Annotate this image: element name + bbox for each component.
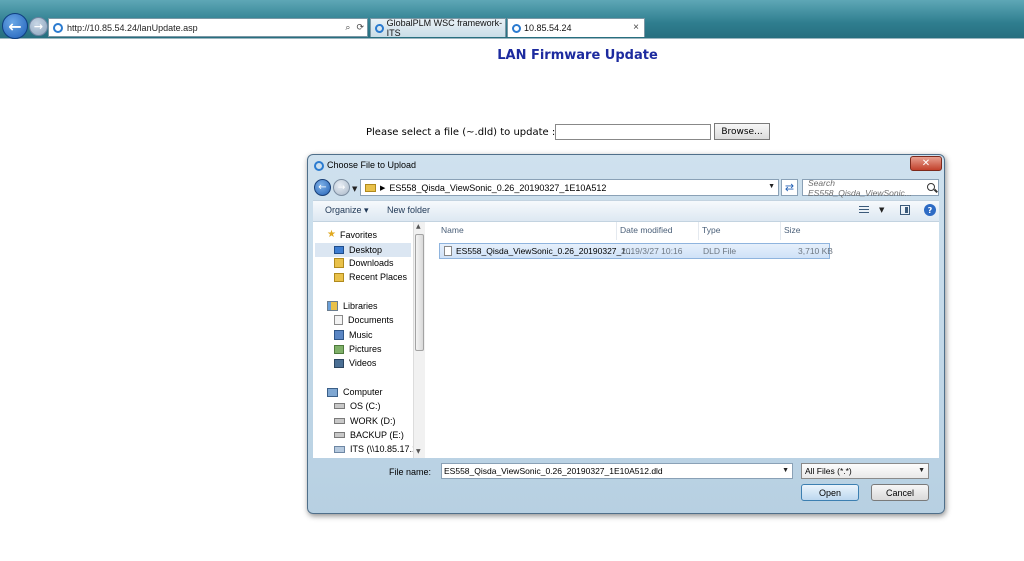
- file-name-input[interactable]: ES558_Qisda_ViewSonic_0.26_20190327_1E10…: [441, 463, 793, 479]
- recent-places-icon: [334, 272, 344, 282]
- videos-icon: [334, 358, 344, 368]
- column-divider[interactable]: [616, 222, 617, 240]
- tab-close-icon[interactable]: ×: [633, 22, 639, 33]
- folder-icon: [365, 183, 376, 192]
- nav-item-videos[interactable]: Videos: [334, 358, 376, 368]
- dialog-body: ★ Favorites Desktop Downloads Recent Pla…: [313, 222, 939, 458]
- scroll-down-icon[interactable]: ▼: [416, 448, 421, 455]
- column-divider[interactable]: [698, 222, 699, 240]
- network-drive-icon: [334, 445, 345, 453]
- browse-button[interactable]: Browse...: [714, 123, 770, 140]
- dialog-title: Choose File to Upload: [327, 160, 417, 170]
- ie-logo-icon: [375, 23, 384, 33]
- nav-computer[interactable]: Computer: [327, 387, 383, 397]
- breadcrumb-folder[interactable]: ES558_Qisda_ViewSonic_0.26_20190327_1E10…: [389, 183, 606, 193]
- back-arrow-icon[interactable]: ←: [2, 13, 28, 39]
- tab-label: 10.85.54.24: [524, 23, 572, 33]
- address-bar[interactable]: http://10.85.54.24/lanUpdate.asp ⌕ ⟳: [48, 18, 368, 37]
- column-header-date[interactable]: Date modified: [620, 225, 672, 235]
- file-prompt: Please select a file (~.dld) to update :: [366, 127, 556, 138]
- file-type: DLD File: [703, 246, 737, 256]
- desktop-icon: [334, 246, 344, 254]
- ie-logo-icon: [53, 22, 63, 33]
- star-icon: ★: [327, 229, 336, 240]
- nav-scrollbar[interactable]: ▲ ▼: [413, 222, 425, 458]
- nav-item-recent-places[interactable]: Recent Places: [334, 272, 407, 282]
- dialog-close-button[interactable]: ✕: [910, 156, 942, 171]
- file-row[interactable]: ES558_Qisda_ViewSonic_0.26_20190327_1...…: [439, 243, 833, 259]
- tab-ip-address[interactable]: 10.85.54.24 ×: [507, 18, 645, 37]
- ie-logo-icon: [314, 161, 324, 171]
- navigation-pane: ★ Favorites Desktop Downloads Recent Pla…: [313, 222, 422, 458]
- column-header-type[interactable]: Type: [702, 225, 720, 235]
- drive-icon: [334, 432, 345, 438]
- page-title: LAN Firmware Update: [497, 48, 658, 63]
- nav-item-pictures[interactable]: Pictures: [334, 344, 382, 354]
- drive-icon: [334, 403, 345, 409]
- search-placeholder: Search ES558_Qisda_ViewSonic...: [808, 177, 912, 198]
- chevron-down-icon[interactable]: ▼: [879, 206, 884, 214]
- chevron-down-icon[interactable]: ▼: [782, 467, 789, 474]
- organize-button[interactable]: Organize ▾: [325, 205, 369, 216]
- nav-item-network-drive[interactable]: ITS (\\10.85.17.14: [334, 444, 422, 454]
- file-name-value[interactable]: ES558_Qisda_ViewSonic_0.26_20190327_1E10…: [444, 466, 663, 476]
- view-options-icon[interactable]: [859, 206, 869, 215]
- scroll-up-icon[interactable]: ▲: [416, 223, 421, 230]
- nav-favorites[interactable]: ★ Favorites: [327, 229, 377, 240]
- choose-file-dialog: Choose File to Upload ✕ ← → ▼ ▶ ES558_Qi…: [307, 154, 945, 514]
- file-type-value: All Files (*.*): [805, 466, 852, 476]
- file-list-pane: Name Date modified Type Size ES558_Qisda…: [426, 222, 939, 458]
- file-name: ES558_Qisda_ViewSonic_0.26_20190327_1...: [456, 246, 634, 256]
- nav-item-drive-e[interactable]: BACKUP (E:): [334, 430, 404, 440]
- documents-icon: [334, 315, 343, 325]
- downloads-folder-icon: [334, 258, 344, 268]
- browser-chrome: ← → http://10.85.54.24/lanUpdate.asp ⌕ ⟳…: [0, 0, 1024, 39]
- column-header-name[interactable]: Name: [441, 225, 464, 235]
- forward-arrow-icon[interactable]: →: [333, 179, 350, 196]
- forward-arrow-icon[interactable]: →: [29, 17, 48, 36]
- address-search-icon[interactable]: ⌕: [342, 22, 353, 33]
- file-date: 2019/3/27 10:16: [621, 246, 683, 256]
- nav-libraries[interactable]: Libraries: [327, 301, 378, 311]
- recent-locations-dropdown-icon[interactable]: ▼: [352, 185, 357, 193]
- chevron-down-icon[interactable]: ▼: [768, 183, 775, 190]
- column-header-size[interactable]: Size: [784, 225, 801, 235]
- drive-icon: [334, 418, 345, 424]
- file-type-select[interactable]: All Files (*.*) ▼: [801, 463, 929, 479]
- new-folder-button[interactable]: New folder: [387, 205, 430, 215]
- help-icon[interactable]: ?: [924, 204, 936, 216]
- cancel-button[interactable]: Cancel: [871, 484, 929, 501]
- nav-item-drive-c[interactable]: OS (C:): [334, 401, 381, 411]
- file-icon: [444, 246, 452, 256]
- nav-item-desktop[interactable]: Desktop: [315, 243, 411, 257]
- pictures-icon: [334, 344, 344, 354]
- nav-item-drive-d[interactable]: WORK (D:): [334, 416, 396, 426]
- file-size: 3,710 KB: [798, 246, 833, 256]
- address-refresh-icon[interactable]: ⟳: [353, 22, 367, 33]
- tab-label: GlobalPLM WSC framework-ITS: [386, 18, 503, 38]
- ie-logo-icon: [512, 23, 521, 33]
- path-breadcrumb[interactable]: ▶ ES558_Qisda_ViewSonic_0.26_20190327_1E…: [360, 179, 779, 196]
- libraries-icon: [327, 301, 338, 311]
- preview-pane-icon[interactable]: [900, 205, 910, 215]
- nav-item-documents[interactable]: Documents: [334, 315, 394, 325]
- scroll-thumb[interactable]: [415, 234, 424, 351]
- refresh-icon[interactable]: ⇄: [781, 179, 798, 196]
- search-icon[interactable]: [927, 183, 935, 191]
- tab-globalplm[interactable]: GlobalPLM WSC framework-ITS: [370, 18, 506, 38]
- address-url[interactable]: http://10.85.54.24/lanUpdate.asp: [67, 23, 342, 33]
- dialog-toolbar: Organize ▾ New folder ▼ ?: [313, 200, 939, 222]
- file-path-input[interactable]: [555, 124, 711, 140]
- file-name-label: File name:: [389, 467, 432, 477]
- search-input[interactable]: Search ES558_Qisda_ViewSonic...: [802, 177, 939, 198]
- open-button[interactable]: Open: [801, 484, 859, 501]
- computer-icon: [327, 387, 338, 397]
- nav-item-music[interactable]: Music: [334, 330, 373, 340]
- music-icon: [334, 330, 344, 340]
- chevron-down-icon[interactable]: ▼: [918, 467, 925, 474]
- column-divider[interactable]: [780, 222, 781, 240]
- back-arrow-icon[interactable]: ←: [314, 179, 331, 196]
- nav-item-downloads[interactable]: Downloads: [334, 258, 394, 268]
- chevron-right-icon[interactable]: ▶: [380, 184, 385, 192]
